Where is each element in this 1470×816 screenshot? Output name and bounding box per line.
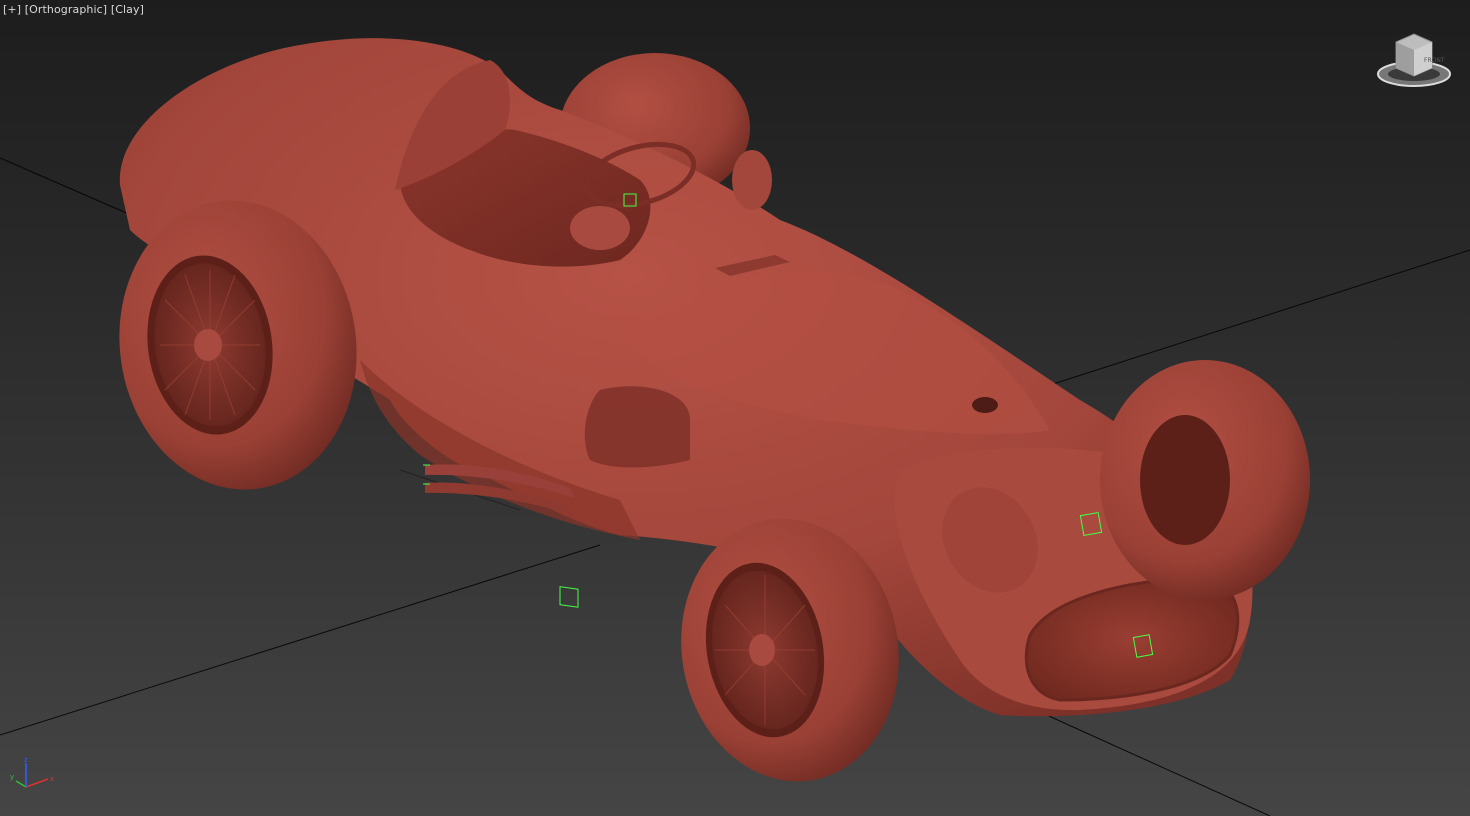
axis-tripod-icon: x y z [10,756,54,788]
wheel-front-far [1100,360,1310,600]
viewport-general-menu[interactable]: [+] [3,3,21,16]
viewport-shading-menu[interactable]: [Clay] [111,3,144,16]
viewport-point-of-view-menu[interactable]: [Orthographic] [25,3,107,16]
scene-render[interactable] [0,0,1470,816]
viewcube-front-label: FRONT [1424,57,1445,64]
perspective-viewport[interactable]: [+] [Orthographic] [Clay] FRONT x y z [0,0,1470,816]
axis-z-label: z [24,756,28,764]
axis-y-label: y [10,773,14,781]
viewport-label-menu: [+] [Orthographic] [Clay] [3,3,144,16]
axis-x-label: x [50,775,54,783]
viewcube-icon[interactable]: FRONT [1374,30,1454,92]
